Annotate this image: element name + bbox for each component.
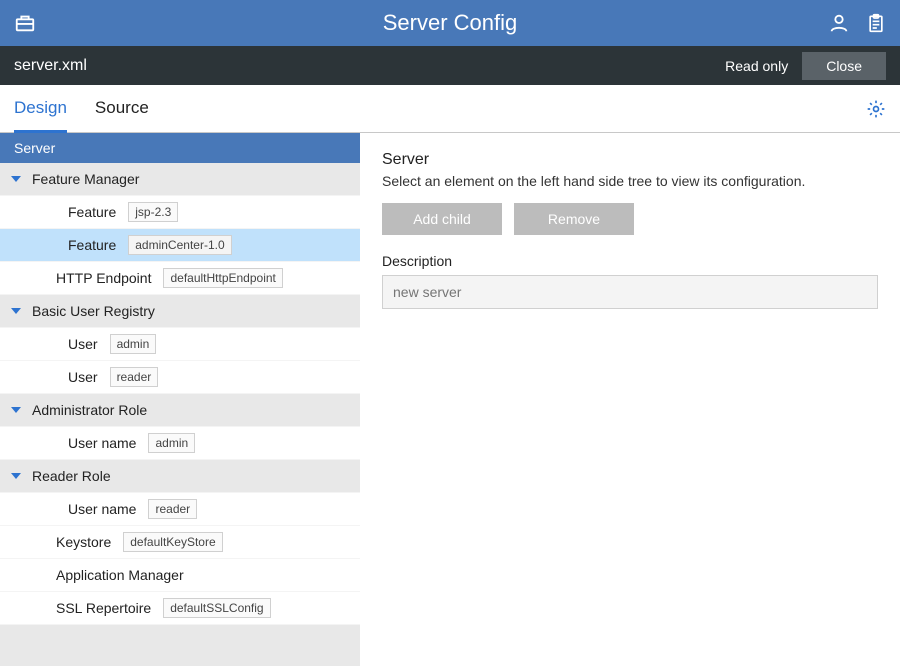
chevron-down-icon[interactable] [8,402,24,418]
detail-hint: Select an element on the left hand side … [382,173,878,189]
tree-spacer [32,600,48,616]
tree-item-badge: reader [148,499,197,519]
user-icon[interactable] [828,12,850,34]
readonly-label: Read only [725,58,788,74]
tree-spacer [44,435,60,451]
top-toolbar: Server Config [0,0,900,46]
tree-item-label: Feature [68,204,116,220]
tree-spacer [44,501,60,517]
tree-row[interactable]: Application Manager [0,559,360,592]
tree-item-label: Basic User Registry [32,303,155,319]
tree-item-label: Feature Manager [32,171,139,187]
tree-item-badge: jsp-2.3 [128,202,178,222]
tree-spacer [44,369,60,385]
tree-spacer [8,270,24,286]
tree-item-badge: defaultKeyStore [123,532,222,552]
tree-spacer [32,270,48,286]
tab-design[interactable]: Design [14,86,67,133]
tree-row[interactable]: SSL Repertoire defaultSSLConfig [0,592,360,625]
tree-spacer [8,600,24,616]
tree-row[interactable]: Basic User Registry [0,295,360,328]
tree-row[interactable]: Reader Role [0,460,360,493]
tree-row[interactable]: Feature adminCenter-1.0 [0,229,360,262]
tree-item-label: Administrator Role [32,402,147,418]
tree-row[interactable]: User reader [0,361,360,394]
tree-item-badge: defaultHttpEndpoint [163,268,282,288]
tree-spacer [8,567,24,583]
tree-row[interactable]: User name reader [0,493,360,526]
add-child-button: Add child [382,203,502,235]
detail-title: Server [382,151,878,169]
close-button[interactable]: Close [802,52,886,80]
remove-button: Remove [514,203,634,235]
tree-row[interactable]: Keystore defaultKeyStore [0,526,360,559]
description-label: Description [382,253,878,269]
tree-spacer [32,567,48,583]
chevron-down-icon[interactable] [8,303,24,319]
tree-item-label: HTTP Endpoint [56,270,151,286]
tree-row[interactable]: Feature Manager [0,163,360,196]
tree-item-label: Reader Role [32,468,111,484]
tree-item-badge: reader [110,367,159,387]
tree-item-label: Application Manager [56,567,184,583]
tree-item-label: User name [68,501,136,517]
tree-item-badge: defaultSSLConfig [163,598,270,618]
tree-spacer [44,204,60,220]
tree-item-label: Feature [68,237,116,253]
tree-row[interactable]: HTTP Endpoint defaultHttpEndpoint [0,262,360,295]
tree-item-badge: admin [148,433,195,453]
tree-item-label: Keystore [56,534,111,550]
toolbox-icon[interactable] [14,12,36,34]
tree-item-label: User [68,369,98,385]
tree-root-header[interactable]: Server [0,133,360,163]
tree-item-label: SSL Repertoire [56,600,151,616]
tree-spacer [44,237,60,253]
main-content: Server Feature ManagerFeaturejsp-2.3Feat… [0,133,900,666]
tree-row[interactable]: User admin [0,328,360,361]
file-bar: server.xml Read only Close [0,46,900,85]
tree-row[interactable]: User name admin [0,427,360,460]
tree-item-badge: admin [110,334,157,354]
filename-label: server.xml [14,57,87,75]
clipboard-icon[interactable] [866,12,886,34]
detail-panel: Server Select an element on the left han… [360,133,900,666]
tree-panel: Server Feature ManagerFeaturejsp-2.3Feat… [0,133,360,666]
page-title: Server Config [383,10,518,36]
tree-item-badge: adminCenter-1.0 [128,235,231,255]
chevron-down-icon[interactable] [8,171,24,187]
gear-icon[interactable] [866,99,886,119]
tree-row[interactable]: Administrator Role [0,394,360,427]
chevron-down-icon[interactable] [8,468,24,484]
tree-item-label: User name [68,435,136,451]
tree-spacer [44,336,60,352]
tab-source[interactable]: Source [95,86,149,133]
description-input[interactable] [382,275,878,309]
tree-row[interactable]: Feature jsp-2.3 [0,196,360,229]
tree-spacer [8,534,24,550]
tree-spacer [32,534,48,550]
tree-item-label: User [68,336,98,352]
tab-bar: Design Source [0,85,900,133]
